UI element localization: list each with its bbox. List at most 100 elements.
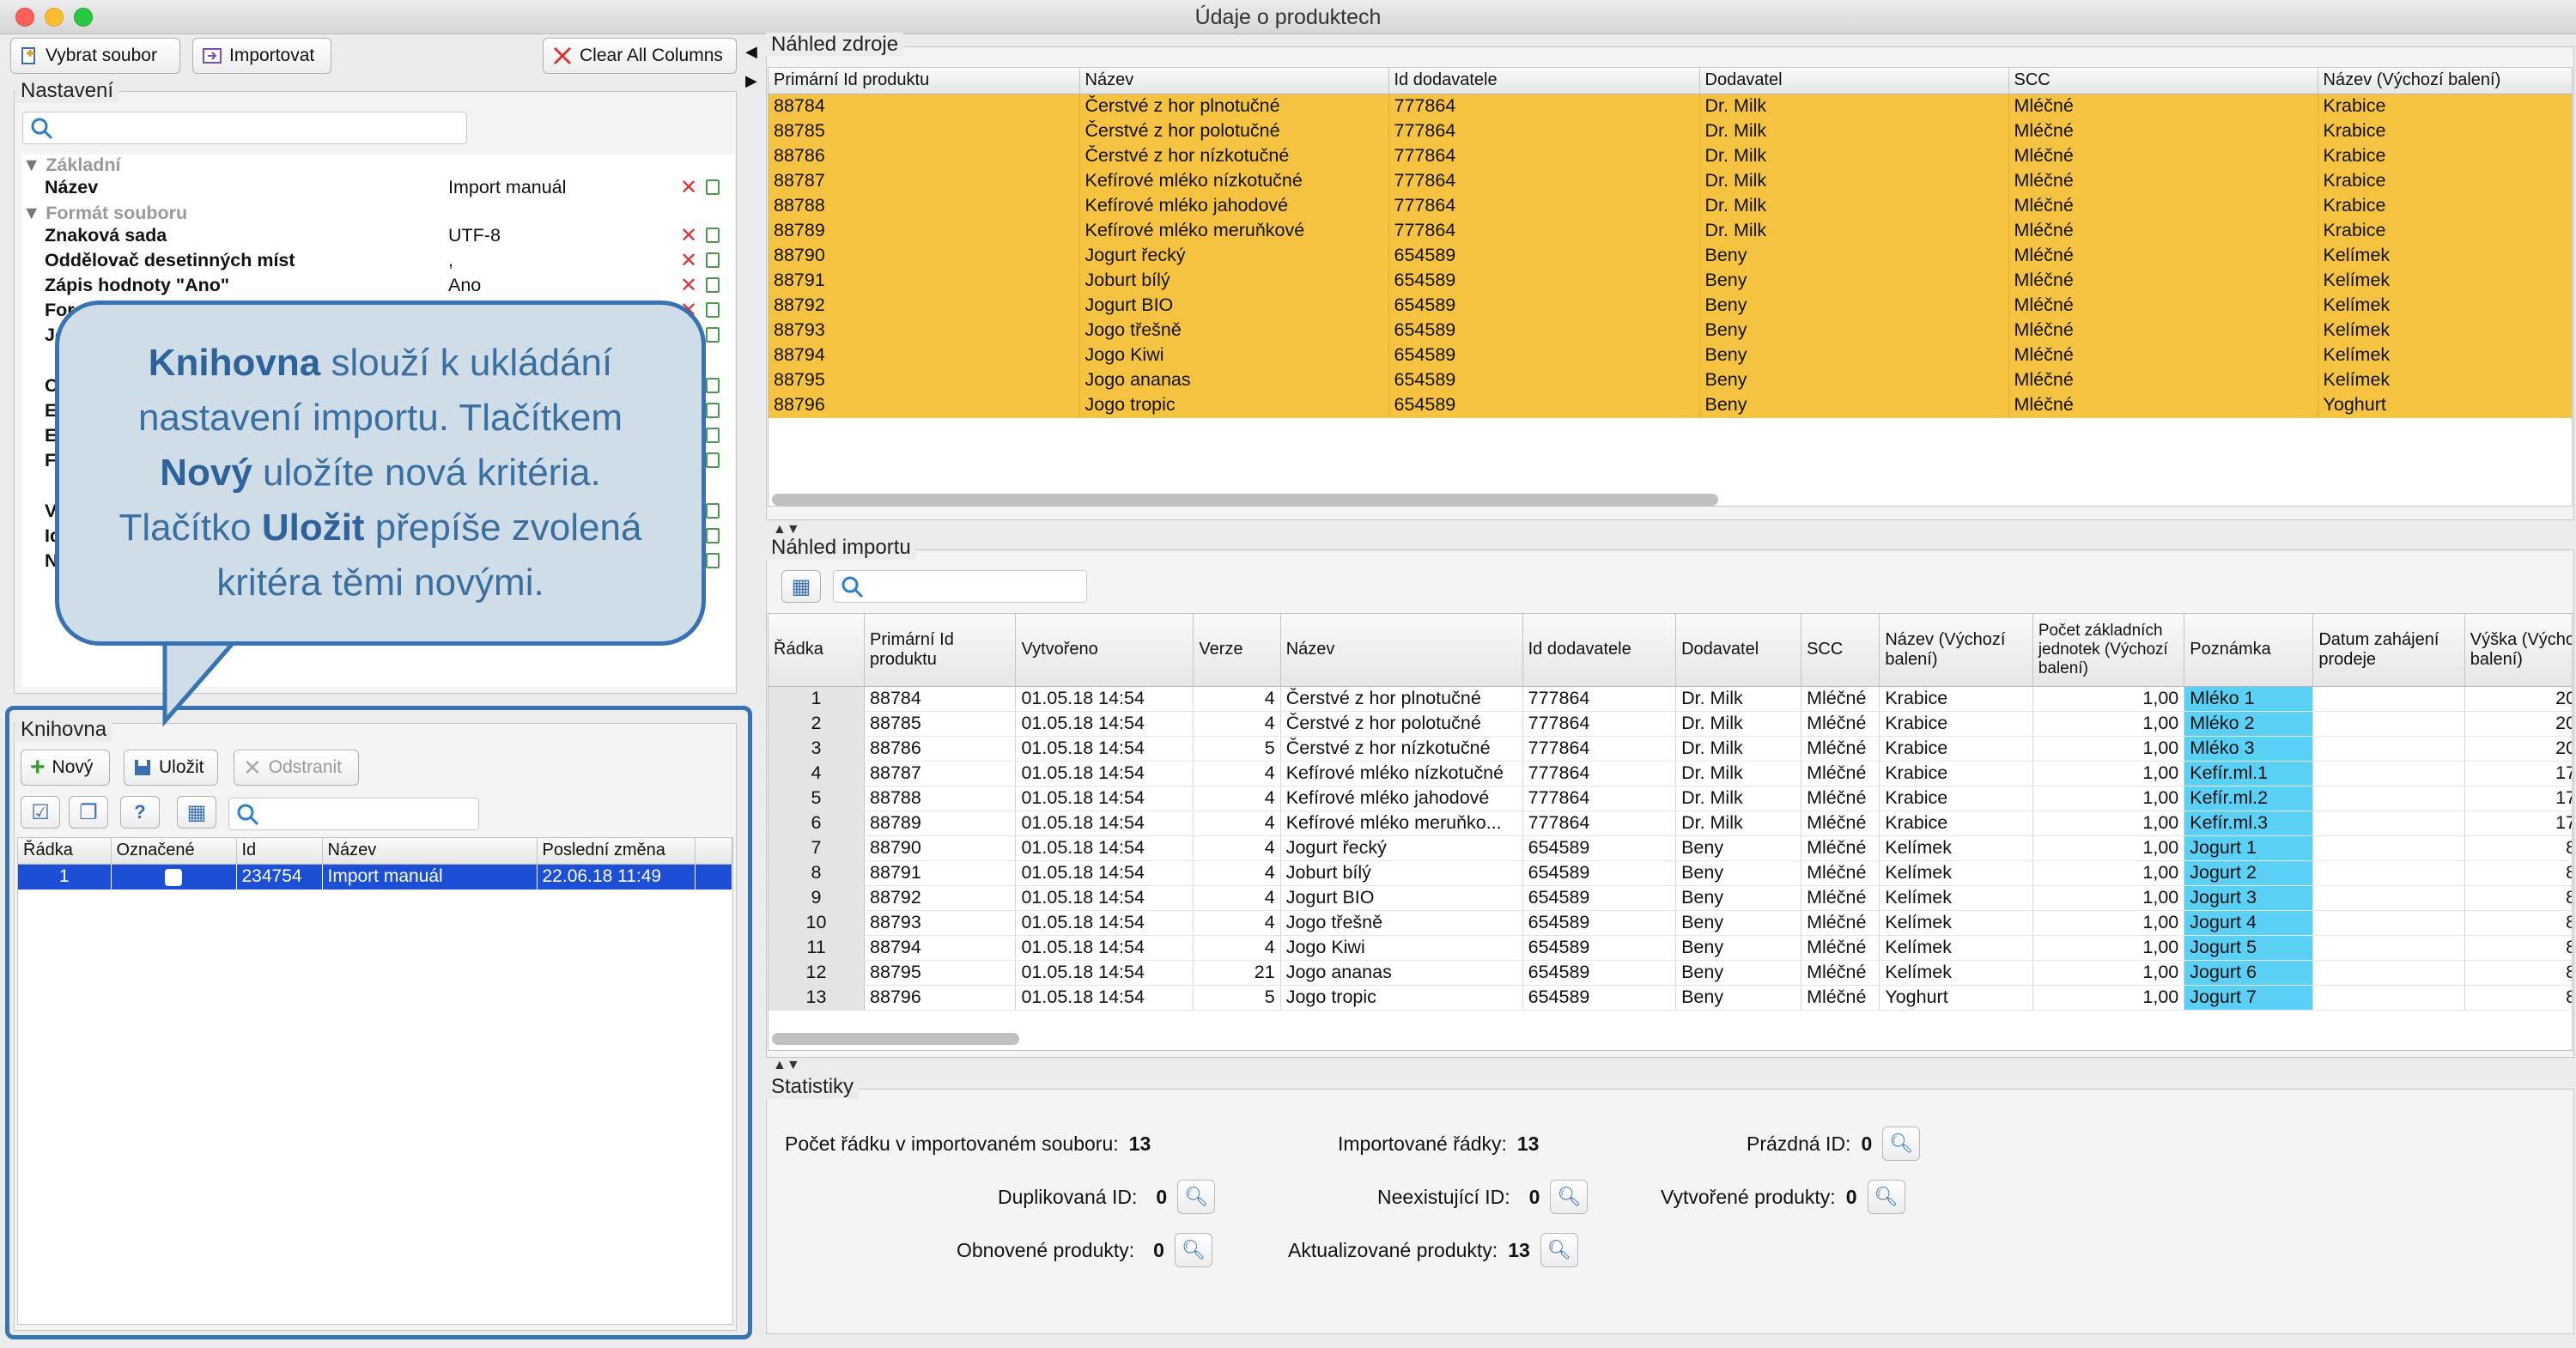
edit-icon[interactable] xyxy=(706,179,720,195)
column-header[interactable]: Počet základních jednotek (Výchozí balen… xyxy=(2032,614,2185,687)
table-row[interactable]: 88796 Jogo tropic 654589 Beny Mléčné Yoghurt xyxy=(769,392,2572,418)
column-header[interactable]: Název xyxy=(1079,68,1389,94)
edit-icon[interactable] xyxy=(706,228,720,243)
expand-right-arrow-icon[interactable]: ▶ xyxy=(745,72,757,90)
column-header[interactable]: Dodavatel xyxy=(1675,614,1802,687)
column-header[interactable]: Výška (Výchoz balení) xyxy=(2464,614,2572,687)
library-search-input[interactable] xyxy=(228,798,479,830)
category-file-format[interactable]: ▼ Formát souboru xyxy=(22,203,187,224)
column-header[interactable]: Datum zahájení prodeje xyxy=(2312,614,2465,687)
edit-icon[interactable] xyxy=(706,378,720,393)
table-row[interactable]: 88788 Kefírové mléko jahodové 777864 Dr. Mi… xyxy=(769,193,2572,219)
column-header[interactable]: Dodavatel xyxy=(1699,68,2009,94)
column-header[interactable]: Řádka xyxy=(18,838,112,865)
table-row[interactable]: 88793 Jogo třešně 654589 Beny Mléčné Kelímek xyxy=(769,318,2572,343)
table-row[interactable]: 5 88788 01.05.18 14:54 4 Kefírové mléko jaho… xyxy=(769,786,2572,811)
table-row[interactable]: 10 88793 01.05.18 14:54 4 Jogo třešně 654589 B… xyxy=(769,910,2572,936)
marked-checkbox[interactable] xyxy=(111,864,237,890)
edit-icon[interactable] xyxy=(706,252,720,268)
collapse-left-arrow-icon[interactable]: ◀ xyxy=(745,43,757,61)
edit-icon[interactable] xyxy=(706,503,720,519)
edit-icon[interactable] xyxy=(706,428,720,443)
magnifier-detail-button[interactable]: 🔍︎ xyxy=(1174,1233,1212,1267)
import-button[interactable]: Importovat xyxy=(192,38,331,74)
column-header[interactable]: Id dodavatele xyxy=(1522,614,1677,687)
table-row[interactable]: 11 88794 01.05.18 14:54 4 Jogo Kiwi 654589 Ben… xyxy=(769,935,2572,961)
clear-icon[interactable]: ✕ xyxy=(680,225,697,247)
magnifier-detail-button[interactable]: 🔍︎ xyxy=(1882,1126,1921,1161)
remove-button[interactable]: ✕ Odstranit xyxy=(234,750,359,786)
table-row[interactable]: 9 88792 01.05.18 14:54 4 Jogurt BIO 654589 Ben… xyxy=(769,885,2572,911)
column-header[interactable]: Poznámka xyxy=(2184,614,2314,687)
check-all-button[interactable]: ☑ xyxy=(21,796,60,829)
split-arrows-icon[interactable]: ▲▼ xyxy=(773,1058,800,1073)
edit-icon[interactable] xyxy=(706,302,720,318)
column-header[interactable]: Řádka xyxy=(769,614,866,687)
edit-icon[interactable] xyxy=(706,403,720,418)
edit-icon[interactable] xyxy=(706,553,720,568)
edit-icon[interactable] xyxy=(706,327,720,343)
property-row[interactable]: Zápis hodnoty "Ano" Ano ✕ xyxy=(22,275,735,300)
table-row[interactable]: 88785 Čerstvé z hor polotučné 777864 Dr. Mi… xyxy=(769,118,2572,144)
table-row[interactable]: 6 88789 01.05.18 14:54 4 Kefírové mléko meru… xyxy=(769,811,2572,836)
magnifier-detail-button[interactable]: 🔍︎ xyxy=(1177,1180,1216,1214)
property-row[interactable]: Oddělovač desetinných míst, ✕ xyxy=(22,250,735,275)
column-header[interactable]: Primární Id produktu xyxy=(769,68,1080,94)
save-button[interactable]: Uložit xyxy=(124,750,218,786)
clear-all-columns-button[interactable]: Clear All Columns xyxy=(543,38,737,74)
category-basic[interactable]: ▼ Základní xyxy=(22,155,120,176)
source-horizontal-scrollbar[interactable] xyxy=(772,494,1718,506)
table-row[interactable]: 1 234754 Import manuál 22.06.18 11:49 xyxy=(18,864,732,890)
property-row[interactable]: Znaková sada UTF-8 ✕ xyxy=(22,225,735,250)
column-header[interactable]: Vytvořeno xyxy=(1015,614,1194,687)
table-row[interactable]: 88786 Čerstvé z hor nízkotučné 777864 Dr. M… xyxy=(769,143,2572,169)
table-row[interactable]: 88784 Čerstvé z hor plnotučné 777864 Dr. Mi… xyxy=(769,94,2572,119)
table-row[interactable]: 88792 Jogurt BIO 654589 Beny Mléčné Kelímek xyxy=(769,293,2572,319)
table-row[interactable]: 88789 Kefírové mléko meruňkové 777864 Dr. M… xyxy=(769,218,2572,244)
property-row[interactable]: Název Import manuál ✕ xyxy=(22,177,735,202)
table-row[interactable]: 88794 Jogo Kiwi 654589 Beny Mléčné Kelímek xyxy=(769,343,2572,368)
edit-icon[interactable] xyxy=(706,277,720,293)
table-row[interactable]: 88795 Jogo ananas 654589 Beny Mléčné Kelímek xyxy=(769,367,2572,393)
magnifier-detail-button[interactable]: 🔍︎ xyxy=(1540,1233,1578,1267)
clear-icon[interactable]: ✕ xyxy=(680,250,697,272)
table-row[interactable]: 7 88790 01.05.18 14:54 4 Jogurt řecký 654589 B… xyxy=(769,835,2572,861)
import-column-settings-button[interactable]: ▦ xyxy=(781,570,821,603)
table-row[interactable]: 1 88784 01.05.18 14:54 4 Čerstvé z hor plnot… xyxy=(769,686,2572,712)
table-row[interactable]: 88790 Jogurt řecký 654589 Beny Mléčné Kelímek xyxy=(769,243,2572,269)
column-header[interactable]: Verze xyxy=(1193,614,1281,687)
column-settings-button[interactable]: ▦ xyxy=(177,796,216,829)
table-row[interactable]: 13 88796 01.05.18 14:54 5 Jogo tropic 654589 B… xyxy=(769,985,2572,1011)
table-row[interactable]: 3 88786 01.05.18 14:54 5 Čerstvé z hor nízko… xyxy=(769,736,2572,762)
column-header[interactable]: SCC xyxy=(1801,614,1880,687)
clear-icon[interactable]: ✕ xyxy=(680,177,697,199)
column-header[interactable]: Id xyxy=(236,838,323,865)
table-row[interactable]: 12 88795 01.05.18 14:54 21 Jogo ananas 654589… xyxy=(769,960,2572,986)
table-row[interactable]: 88791 Joburt bílý 654589 Beny Mléčné Kelímek xyxy=(769,268,2572,294)
copy-button[interactable]: ❐ xyxy=(69,796,108,829)
column-header[interactable]: Název xyxy=(1280,614,1523,687)
column-header[interactable]: Název (Výchozí balení) xyxy=(2318,68,2572,94)
settings-search-input[interactable] xyxy=(22,112,467,144)
table-row[interactable]: 4 88787 01.05.18 14:54 4 Kefírové mléko nízk… xyxy=(769,761,2572,786)
column-header[interactable]: Název xyxy=(322,838,538,865)
column-header[interactable]: Název (Výchozí balení) xyxy=(1879,614,2033,687)
column-header[interactable]: Poslední změna xyxy=(537,838,696,865)
help-button[interactable]: ? xyxy=(120,796,160,829)
table-row[interactable]: 2 88785 01.05.18 14:54 4 Čerstvé z hor polot… xyxy=(769,711,2572,737)
import-horizontal-scrollbar[interactable] xyxy=(772,1033,1019,1045)
column-header[interactable]: Označené xyxy=(111,838,237,865)
table-row[interactable]: 88787 Kefírové mléko nízkotučné 777864 Dr. … xyxy=(769,168,2572,194)
column-header[interactable]: Id dodavatele xyxy=(1388,68,1700,94)
edit-icon[interactable] xyxy=(706,528,720,543)
select-file-button[interactable]: Vybrat soubor xyxy=(10,38,180,74)
new-button[interactable]: + Nový xyxy=(21,750,110,786)
column-header[interactable]: Primární Id produktu xyxy=(864,614,1017,687)
table-row[interactable]: 8 88791 01.05.18 14:54 4 Joburt bílý 654589 Be… xyxy=(769,860,2572,886)
import-search-input[interactable] xyxy=(833,570,1087,603)
magnifier-detail-button[interactable]: 🔍︎ xyxy=(1550,1180,1589,1214)
column-header[interactable]: SCC xyxy=(2008,68,2318,94)
clear-icon[interactable]: ✕ xyxy=(680,275,697,297)
edit-icon[interactable] xyxy=(706,452,720,468)
magnifier-detail-button[interactable]: 🔍︎ xyxy=(1867,1180,1905,1214)
